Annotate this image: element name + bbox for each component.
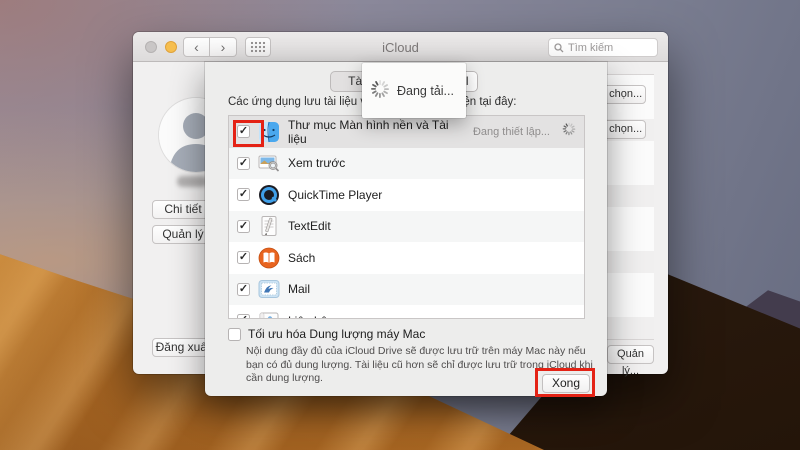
- app-checkbox[interactable]: ✓: [237, 282, 250, 296]
- annotation-box-checkbox: [233, 120, 264, 147]
- textedit-icon: [258, 215, 280, 237]
- user-name-redacted: [177, 176, 207, 187]
- app-label: Thư mục Màn hình nền và Tài liệu: [288, 117, 449, 146]
- books-icon: [258, 247, 280, 269]
- search-field[interactable]: Tìm kiếm: [548, 38, 658, 57]
- icloud-services-list: [606, 74, 654, 340]
- app-row: ✓ Xem trước: [229, 147, 584, 179]
- app-label: QuickTime Player: [288, 187, 383, 202]
- title-bar[interactable]: ‹ › iCloud Tìm kiếm: [133, 32, 668, 62]
- desktop-wallpaper: ‹ › iCloud Tìm kiếm Chi tiết Quản lý Đăn…: [0, 0, 800, 450]
- optimize-label: Tối ưu hóa Dung lượng máy Mac: [248, 327, 426, 341]
- app-row: ✓ Thư mục Màn hình nền và Tài liệu Đang th…: [229, 116, 584, 148]
- manage-storage-button[interactable]: Quản lý...: [607, 345, 654, 377]
- search-icon: [554, 42, 564, 52]
- app-label: Mail: [288, 282, 311, 297]
- preview-icon: [258, 152, 280, 174]
- app-row: ✓ Mail: [229, 273, 584, 305]
- app-checkbox[interactable]: ✓: [237, 219, 250, 233]
- app-row: ✓ Liên hệ: [229, 305, 584, 318]
- app-label: Sách: [288, 250, 316, 265]
- app-checkbox[interactable]: ✓: [237, 314, 250, 318]
- quicktime-icon: [258, 184, 280, 206]
- app-checkbox-list: ✓ Thư mục Màn hình nền và Tài liệu Đang th…: [228, 115, 585, 319]
- search-placeholder: Tìm kiếm: [568, 41, 614, 54]
- setup-spinner-icon: [562, 122, 576, 141]
- app-checkbox[interactable]: ✓: [237, 251, 250, 265]
- app-label: Xem trước: [288, 156, 346, 171]
- app-row: ✓ Sách: [229, 242, 584, 274]
- app-label: TextEdit: [288, 219, 331, 234]
- app-label: Liên hệ: [288, 314, 576, 318]
- loading-popup: Đang tải...: [362, 63, 466, 118]
- app-row: ✓ TextEdit: [229, 210, 584, 242]
- app-row: ✓ QuickTime Player: [229, 179, 584, 211]
- loading-spinner-icon: [370, 79, 390, 102]
- mail-icon: [258, 278, 280, 300]
- setup-status-text: Đang thiết lập...: [472, 125, 550, 138]
- optimize-checkbox[interactable]: [228, 327, 241, 341]
- loading-text: Đang tải...: [397, 83, 454, 98]
- contacts-icon: [258, 310, 280, 318]
- app-checkbox[interactable]: ✓: [237, 156, 250, 170]
- app-checkbox[interactable]: ✓: [237, 188, 250, 202]
- annotation-box-done: [535, 368, 595, 397]
